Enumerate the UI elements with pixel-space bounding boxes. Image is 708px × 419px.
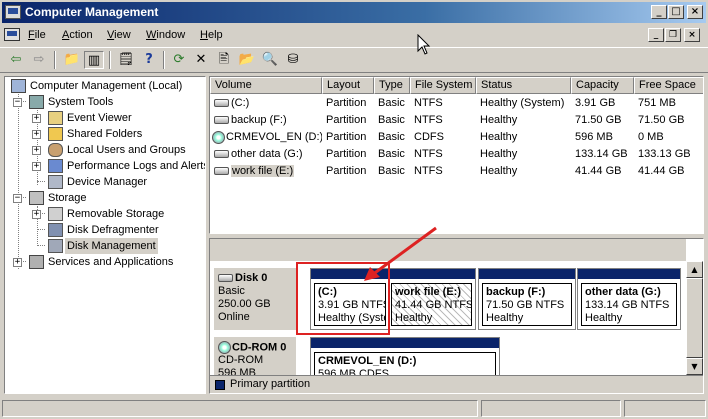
- child-restore-button[interactable]: ❐: [665, 28, 681, 42]
- services-icon: [29, 255, 44, 269]
- properties-icon[interactable]: 🗒: [116, 51, 136, 69]
- menu-file[interactable]: File: [28, 29, 46, 41]
- column-header-type[interactable]: Type: [374, 77, 410, 94]
- table-row[interactable]: other data (G:) Partition Basic NTFS Hea…: [210, 146, 703, 163]
- expand-icon[interactable]: +: [32, 146, 41, 155]
- open-icon[interactable]: 📂: [237, 51, 257, 69]
- forward-icon[interactable]: ⇨: [29, 51, 49, 69]
- up-folder-icon[interactable]: 📁: [62, 51, 82, 69]
- disk-management-icon: [48, 239, 63, 253]
- scroll-up-icon[interactable]: ▲: [686, 261, 703, 278]
- minimize-button[interactable]: _: [651, 5, 667, 19]
- table-row[interactable]: backup (F:) Partition Basic NTFS Healthy…: [210, 112, 703, 129]
- drive-icon: [214, 167, 229, 176]
- collapse-icon[interactable]: −: [13, 194, 22, 203]
- disk-graphical-view: Disk 0 Basic 250.00 GB Online (C:) 3.91 …: [209, 238, 704, 394]
- properties2-icon[interactable]: 🖹: [214, 51, 234, 69]
- column-header-volume[interactable]: Volume: [210, 77, 322, 94]
- maximize-button[interactable]: □: [668, 5, 684, 19]
- event-viewer-icon: [48, 111, 63, 125]
- removable-storage-icon: [48, 207, 63, 221]
- cd-drive-icon: [218, 341, 231, 354]
- device-manager-icon: [48, 175, 63, 189]
- partition-g[interactable]: other data (G:) 133.14 GB NTFS Healthy: [577, 268, 681, 330]
- toolbar: ⇦ ⇨ 📁 ▥ 🗒 ? ⟳ ✕ 🖹 📂 🔍 ⛁: [0, 47, 708, 73]
- menu-action[interactable]: Action: [62, 29, 93, 41]
- status-panel-3: [624, 400, 706, 417]
- child-close-button[interactable]: ×: [684, 28, 700, 42]
- column-header-layout[interactable]: Layout: [322, 77, 374, 94]
- menu-window[interactable]: Window: [146, 29, 185, 41]
- console-tree: Computer Management (Local) − System Too…: [4, 76, 206, 394]
- shared-folder-icon: [48, 127, 63, 141]
- table-row[interactable]: CRMEVOL_EN (D:) Partition Basic CDFS Hea…: [210, 129, 703, 146]
- defragmenter-icon: [48, 223, 63, 237]
- annotation-arrow-icon: [364, 226, 437, 281]
- child-minimize-button[interactable]: _: [648, 28, 664, 42]
- drive-icon: [214, 99, 229, 108]
- scroll-thumb[interactable]: [686, 278, 703, 358]
- expand-icon[interactable]: +: [32, 162, 41, 171]
- drive-icon: [214, 150, 229, 159]
- search-icon[interactable]: 🔍: [260, 51, 280, 69]
- refresh-icon[interactable]: ⟳: [169, 51, 189, 69]
- legend: Primary partition: [210, 375, 703, 393]
- computer-management-icon: [5, 5, 21, 19]
- storage-icon: [29, 191, 44, 205]
- mouse-cursor-icon: [417, 34, 431, 55]
- status-panel-main: [2, 400, 478, 417]
- graph-scrollbar[interactable]: ▲ ▼: [686, 261, 703, 375]
- expand-icon[interactable]: +: [32, 130, 41, 139]
- column-header-file-system[interactable]: File System: [410, 77, 476, 94]
- partition-f[interactable]: backup (F:) 71.50 GB NTFS Healthy: [478, 268, 576, 330]
- disk-properties-icon[interactable]: ⛁: [283, 51, 303, 69]
- menu-bar: File Action View Window Help _ ❐ ×: [0, 24, 708, 46]
- expand-icon[interactable]: +: [32, 210, 41, 219]
- expand-icon[interactable]: +: [13, 258, 22, 267]
- console-icon[interactable]: [4, 28, 20, 41]
- drive-icon: [214, 116, 229, 125]
- disk-icon: [218, 274, 233, 283]
- show-hide-tree-icon[interactable]: ▥: [84, 51, 104, 69]
- title-bar[interactable]: Computer Management _ □ ×: [2, 2, 706, 23]
- column-header-free-space[interactable]: Free Space: [634, 77, 703, 94]
- table-row[interactable]: work file (E:) Partition Basic NTFS Heal…: [210, 163, 703, 180]
- menu-view[interactable]: View: [107, 29, 131, 41]
- status-bar: [0, 398, 708, 419]
- window-title: Computer Management: [25, 5, 159, 19]
- status-panel-2: [481, 400, 621, 417]
- primary-partition-swatch: [215, 380, 225, 390]
- column-header-capacity[interactable]: Capacity: [571, 77, 634, 94]
- collapse-icon[interactable]: −: [13, 98, 22, 107]
- users-icon: [48, 143, 63, 157]
- menu-help[interactable]: Help: [200, 29, 223, 41]
- main-window: Computer Management _ □ × File Action Vi…: [0, 0, 708, 419]
- tools-icon: [29, 95, 44, 109]
- delete-icon[interactable]: ✕: [191, 51, 211, 69]
- disk-0-label[interactable]: Disk 0 Basic 250.00 GB Online: [214, 268, 296, 330]
- help-icon[interactable]: ?: [139, 51, 159, 69]
- cd-drive-icon: [212, 130, 225, 144]
- close-button[interactable]: ×: [687, 5, 703, 19]
- expand-icon[interactable]: +: [32, 114, 41, 123]
- performance-icon: [48, 159, 63, 173]
- column-header-status[interactable]: Status: [476, 77, 571, 94]
- computer-icon: [11, 79, 26, 93]
- table-row[interactable]: (C:) Partition Basic NTFS Healthy (Syste…: [210, 95, 703, 112]
- back-icon[interactable]: ⇦: [6, 51, 26, 69]
- volume-list: Volume Layout Type File System Status Ca…: [209, 76, 704, 234]
- scroll-down-icon[interactable]: ▼: [686, 358, 703, 375]
